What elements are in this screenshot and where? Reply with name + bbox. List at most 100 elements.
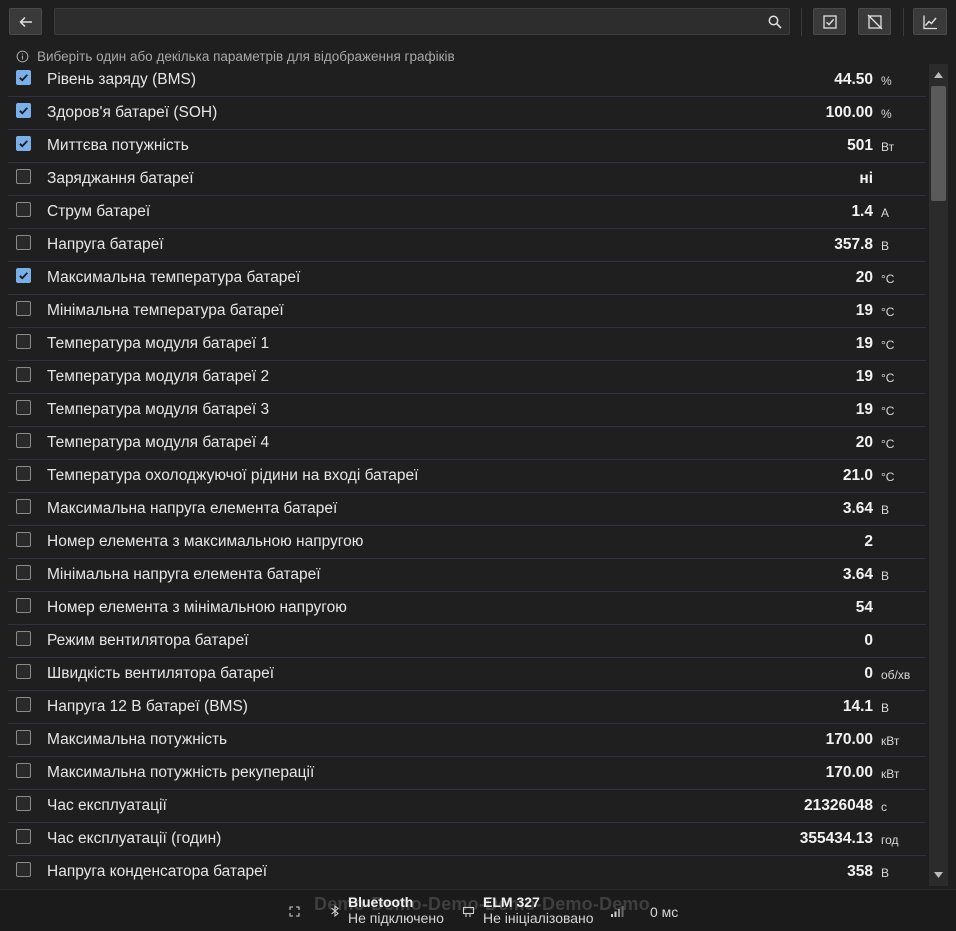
- connection-title: Bluetooth: [348, 894, 414, 910]
- parameter-value: 20: [855, 434, 873, 451]
- parameter-row[interactable]: Мінімальна температура батареї 19 °C: [8, 295, 926, 328]
- parameter-row[interactable]: Час експлуатації (годин) 355434.13 год: [8, 823, 926, 856]
- parameter-unit: В: [881, 239, 890, 253]
- parameter-checkbox[interactable]: [16, 235, 31, 250]
- parameter-row[interactable]: Максимальна температура батареї 20 °C: [8, 262, 926, 295]
- scroll-up-button[interactable]: [929, 66, 948, 84]
- parameter-row[interactable]: Напруга конденсатора батареї 358 В: [8, 856, 926, 886]
- parameter-row[interactable]: Струм батареї 1.4 А: [8, 196, 926, 229]
- parameter-value: 21326048: [804, 797, 873, 814]
- parameter-unit: Вт: [881, 140, 895, 154]
- scroll-down-button[interactable]: [929, 866, 948, 884]
- parameter-checkbox[interactable]: [16, 466, 31, 481]
- parameter-checkbox[interactable]: [16, 334, 31, 349]
- parameter-unit: °C: [881, 437, 895, 451]
- parameter-checkbox[interactable]: [16, 202, 31, 217]
- parameter-label: Номер елемента з мінімальною напругою: [47, 599, 347, 616]
- parameter-checkbox[interactable]: [16, 730, 31, 745]
- parameter-row[interactable]: Номер елемента з максимальною напругою 2: [8, 526, 926, 559]
- parameter-label: Швидкість вентилятора батареї: [47, 665, 275, 682]
- parameter-row[interactable]: Номер елемента з мінімальною напругою 54: [8, 592, 926, 625]
- parameter-checkbox[interactable]: [16, 631, 31, 646]
- parameter-checkbox[interactable]: [16, 136, 31, 151]
- parameter-checkbox[interactable]: [16, 169, 31, 184]
- parameter-checkbox[interactable]: [16, 796, 31, 811]
- parameter-checkbox[interactable]: [16, 103, 31, 118]
- parameter-row[interactable]: Температура модуля батареї 3 19 °C: [8, 394, 926, 427]
- toolbar-divider: [903, 8, 904, 36]
- parameter-row[interactable]: Максимальна напруга елемента батареї 3.64…: [8, 493, 926, 526]
- parameter-label: Максимальна температура батареї: [47, 269, 301, 286]
- parameter-row[interactable]: Режим вентилятора батареї 0: [8, 625, 926, 658]
- parameter-checkbox[interactable]: [16, 829, 31, 844]
- parameter-label: Напруга конденсатора батареї: [47, 863, 268, 880]
- parameter-row[interactable]: Температура модуля батареї 4 20 °C: [8, 427, 926, 460]
- parameter-row[interactable]: Час експлуатації 21326048 с: [8, 790, 926, 823]
- signal-icon: [611, 906, 624, 917]
- parameter-checkbox[interactable]: [16, 763, 31, 778]
- parameter-checkbox[interactable]: [16, 862, 31, 877]
- parameter-unit: А: [881, 206, 890, 220]
- latency-value: 0 мс: [650, 904, 679, 920]
- search-box[interactable]: [54, 8, 790, 35]
- parameter-checkbox[interactable]: [16, 400, 31, 415]
- deselect-all-button[interactable]: [858, 8, 891, 35]
- adapter-icon: [462, 906, 475, 917]
- parameter-unit: °C: [881, 470, 895, 484]
- scroll-thumb[interactable]: [931, 86, 946, 201]
- show-chart-button[interactable]: [913, 8, 947, 35]
- parameter-checkbox[interactable]: [16, 664, 31, 679]
- parameter-checkbox[interactable]: [16, 433, 31, 448]
- fullscreen-icon[interactable]: [289, 906, 300, 917]
- parameter-unit: °C: [881, 338, 895, 352]
- parameter-row[interactable]: Мінімальна напруга елемента батареї 3.64 В: [8, 559, 926, 592]
- parameter-value: 358: [847, 863, 873, 880]
- parameter-value: 2: [864, 533, 873, 550]
- parameter-checkbox[interactable]: [16, 697, 31, 712]
- toolbar: [0, 0, 956, 42]
- parameter-checkbox[interactable]: [16, 565, 31, 580]
- parameter-label: Температура модуля батареї 1: [47, 335, 270, 352]
- search-input[interactable]: [55, 9, 789, 34]
- parameter-row[interactable]: Максимальна потужність рекуперації 170.00…: [8, 757, 926, 790]
- parameter-unit: В: [881, 503, 890, 517]
- parameter-row[interactable]: Миттєва потужність 501 Вт: [8, 130, 926, 163]
- parameter-row[interactable]: Напруга батареї 357.8 В: [8, 229, 926, 262]
- parameter-row[interactable]: Максимальна потужність 170.00 кВт: [8, 724, 926, 757]
- scrollbar[interactable]: [929, 64, 948, 886]
- parameter-row[interactable]: Температура модуля батареї 1 19 °C: [8, 328, 926, 361]
- parameter-checkbox[interactable]: [16, 532, 31, 547]
- parameter-checkbox[interactable]: [16, 598, 31, 613]
- parameter-value: 19: [855, 335, 873, 352]
- parameter-value: 19: [855, 401, 873, 418]
- back-button[interactable]: [9, 8, 42, 35]
- parameter-row[interactable]: Напруга 12 В батареї (BMS) 14.1 В: [8, 691, 926, 724]
- parameter-label: Температура модуля батареї 4: [47, 434, 270, 451]
- adapter-title: ELM 327: [483, 894, 540, 910]
- parameter-label: Максимальна потужність рекуперації: [47, 764, 315, 781]
- parameter-label: Час експлуатації: [47, 797, 167, 814]
- parameter-value: 100.00: [825, 104, 873, 121]
- parameter-row[interactable]: Заряджання батареї ні: [8, 163, 926, 196]
- parameter-value: 0: [864, 665, 873, 682]
- parameter-row[interactable]: Здоров'я батареї (SOH) 100.00%: [8, 97, 926, 130]
- parameter-label: Струм батареї: [47, 203, 151, 220]
- parameter-value: 44.50: [834, 71, 873, 88]
- parameter-row[interactable]: Швидкість вентилятора батареї 0 об/хв: [8, 658, 926, 691]
- parameter-row[interactable]: Рівень заряду (BMS) 44.50%: [8, 64, 926, 97]
- parameter-row[interactable]: Температура модуля батареї 2 19 °C: [8, 361, 926, 394]
- parameter-row[interactable]: Температура охолоджуючої рідини на вході…: [8, 460, 926, 493]
- select-all-button[interactable]: [813, 8, 846, 35]
- parameter-unit: В: [881, 701, 890, 715]
- parameter-checkbox[interactable]: [16, 70, 31, 85]
- connection-state: Не підключено: [348, 910, 444, 926]
- parameter-checkbox[interactable]: [16, 268, 31, 283]
- search-icon[interactable]: [767, 14, 783, 30]
- parameter-unit: %: [881, 74, 892, 88]
- parameter-unit: кВт: [881, 767, 900, 781]
- parameter-checkbox[interactable]: [16, 499, 31, 514]
- parameter-checkbox[interactable]: [16, 367, 31, 382]
- adapter-state: Не ініціалізовано: [483, 910, 594, 926]
- parameter-label: Напруга 12 В батареї (BMS): [47, 698, 248, 715]
- parameter-checkbox[interactable]: [16, 301, 31, 316]
